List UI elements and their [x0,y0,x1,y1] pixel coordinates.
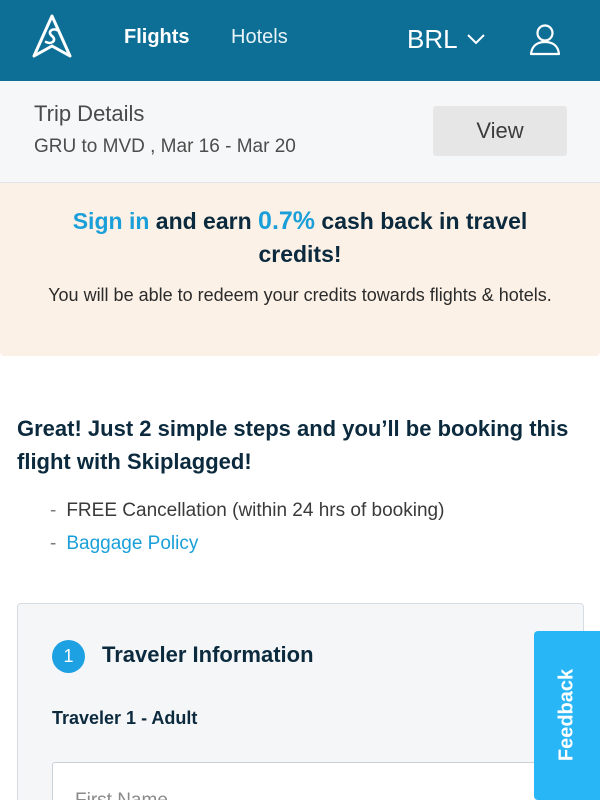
benefits-list: - FREE Cancellation (within 24 hrs of boo… [50,497,444,563]
user-icon[interactable] [528,22,562,56]
trip-details-title: Trip Details [34,101,145,126]
cashback-percent: 0.7% [258,207,316,235]
cashback-promo-banner: Sign in and earn 0.7% cash back in trave… [0,183,600,356]
view-trip-button[interactable]: View [433,106,567,156]
list-item: - Baggage Policy [50,530,444,563]
trip-details-bar: Trip Details GRU to MVD , Mar 16 - Mar 2… [0,81,600,183]
feedback-label: Feedback [555,668,578,762]
booking-intro-heading: Great! Just 2 simple steps and you’ll be… [17,416,569,474]
list-item: - FREE Cancellation (within 24 hrs of boo… [50,497,444,530]
promo-text-1: and earn [149,208,259,234]
baggage-policy-link[interactable]: Baggage Policy [66,533,198,554]
step-number-badge: 1 [52,640,85,673]
top-nav-bar: Flights Hotels BRL [0,0,600,81]
free-cancellation-text: FREE Cancellation (within 24 hrs of book… [66,500,445,521]
feedback-tab[interactable]: Feedback [534,631,600,800]
promo-heading: Sign in and earn 0.7% cash back in trave… [40,205,560,271]
promo-subtext: You will be able to redeem your credits … [48,285,552,305]
traveler-information-card: 1 Traveler Information Traveler 1 - Adul… [17,603,584,800]
nav-flights-link[interactable]: Flights [124,26,190,49]
bullet-dash: - [50,500,57,521]
currency-label: BRL [407,23,458,54]
sign-in-link[interactable]: Sign in [73,208,150,234]
skiplagged-logo-icon[interactable] [30,14,74,58]
chevron-down-icon [466,34,485,45]
nav-hotels-link[interactable]: Hotels [231,26,288,49]
traveler-information-title: Traveler Information [102,642,314,667]
currency-selector[interactable]: BRL [407,22,486,56]
first-name-input[interactable] [52,762,552,800]
traveler-1-label: Traveler 1 - Adult [52,708,198,728]
bullet-dash: - [50,533,57,554]
trip-route-dates: GRU to MVD , Mar 16 - Mar 20 [34,136,296,157]
